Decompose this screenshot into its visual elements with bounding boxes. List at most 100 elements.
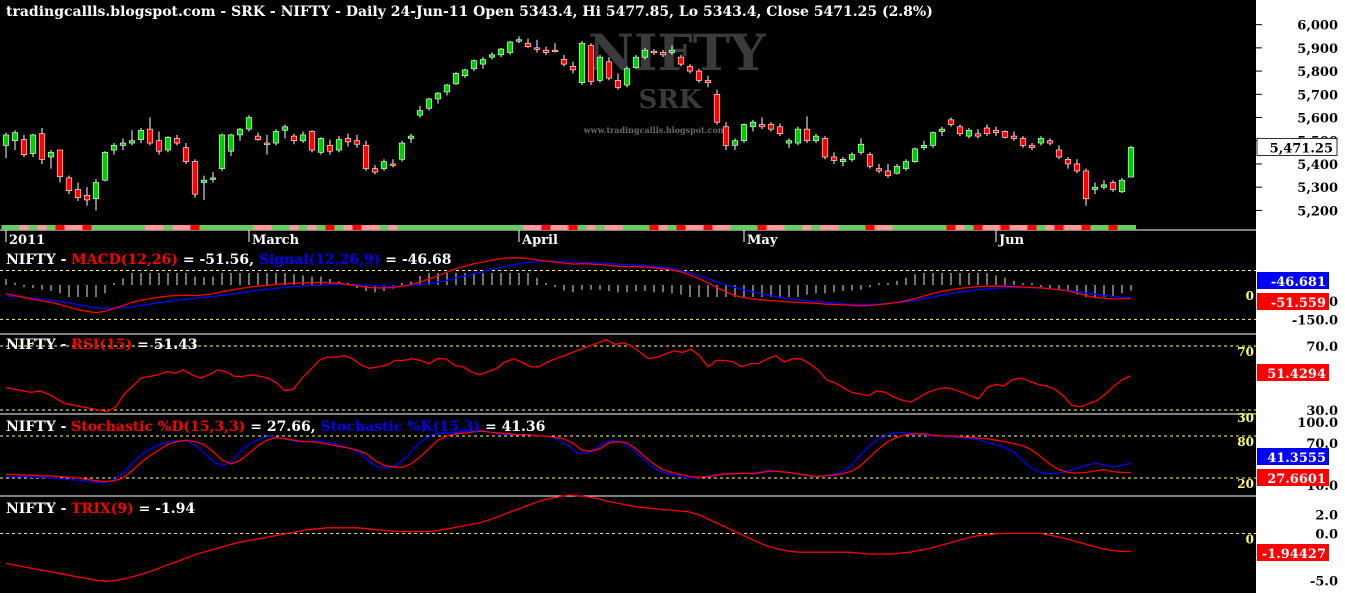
price-tick-label: 5,800 bbox=[1297, 65, 1338, 80]
candle-body bbox=[641, 49, 649, 58]
candle-body bbox=[335, 139, 343, 151]
candle-body bbox=[785, 140, 793, 144]
candle-body bbox=[38, 133, 46, 160]
trend-strip-cell bbox=[82, 225, 92, 230]
candle-body bbox=[290, 135, 298, 142]
trend-strip-cell bbox=[316, 225, 326, 230]
trend-strip-cell bbox=[937, 225, 947, 230]
trend-strip-cell bbox=[523, 225, 533, 230]
trend-strip-cell bbox=[64, 225, 74, 230]
candle-body bbox=[434, 92, 442, 100]
candle-body bbox=[650, 51, 658, 54]
candle-body bbox=[254, 135, 262, 140]
candle-body bbox=[137, 129, 145, 140]
candle-body bbox=[938, 128, 946, 132]
candle-body bbox=[677, 56, 685, 65]
trend-strip-cell bbox=[262, 225, 272, 230]
trend-strip-cell bbox=[163, 225, 173, 230]
x-tick-label: 2011 bbox=[9, 233, 45, 248]
trend-strip-cell bbox=[928, 225, 938, 230]
trend-strip-cell bbox=[685, 225, 695, 230]
trend-strip-cell bbox=[1018, 225, 1028, 230]
candle-body bbox=[236, 128, 244, 136]
panel-title-part: = 51.43 bbox=[132, 337, 197, 353]
candle-body bbox=[371, 168, 379, 173]
value-box-label-macd: -46.681 bbox=[1271, 275, 1326, 290]
x-tick-label: March bbox=[252, 233, 300, 248]
trend-strip-cell bbox=[145, 225, 155, 230]
candle-body bbox=[47, 152, 55, 158]
candle-body bbox=[542, 49, 550, 53]
candle-body bbox=[848, 154, 856, 160]
candle-body bbox=[74, 189, 82, 198]
trend-strip-cell bbox=[658, 225, 668, 230]
trend-strip-cell bbox=[136, 225, 146, 230]
candle-body bbox=[380, 161, 388, 169]
candle-body bbox=[821, 138, 829, 158]
candle-body bbox=[128, 140, 136, 144]
trend-strip-cell bbox=[28, 225, 38, 230]
price-tick-label: 5,900 bbox=[1297, 42, 1338, 57]
trend-strip-cell bbox=[856, 225, 866, 230]
trend-strip-cell bbox=[118, 225, 128, 230]
trend-strip-cell bbox=[289, 225, 299, 230]
trend-strip-cell bbox=[982, 225, 992, 230]
candle-body bbox=[443, 84, 451, 93]
panel-title-rsi: NIFTY - RSI(15) = 51.43 bbox=[6, 337, 198, 353]
candle-body bbox=[470, 60, 478, 70]
trend-strip-cell bbox=[784, 225, 794, 230]
candle-body bbox=[317, 138, 325, 153]
trend-strip-cell bbox=[847, 225, 857, 230]
candle-body bbox=[146, 128, 154, 144]
trend-strip-cell bbox=[469, 225, 479, 230]
candle-body bbox=[1091, 186, 1099, 190]
trend-strip-cell bbox=[109, 225, 119, 230]
candle-body bbox=[56, 149, 64, 178]
chart-svg: NIFTY SRK www.tradingcallls.blogspot.com… bbox=[0, 0, 1345, 593]
trend-strip-cell bbox=[649, 225, 659, 230]
trend-strip-cell bbox=[721, 225, 731, 230]
candle-body bbox=[389, 163, 397, 166]
trend-strip-cell bbox=[352, 225, 362, 230]
trend-strip-cell bbox=[442, 225, 452, 230]
level-label-stoch: 80 bbox=[1237, 435, 1254, 449]
candle-body bbox=[227, 134, 235, 152]
candle-body bbox=[11, 132, 19, 142]
candle-body bbox=[209, 177, 217, 180]
trend-strip-cell bbox=[964, 225, 974, 230]
candle-body bbox=[1082, 170, 1090, 200]
trend-strip-cell bbox=[829, 225, 839, 230]
candle-body bbox=[740, 124, 748, 142]
level-label-trix: 0 bbox=[1246, 532, 1254, 546]
candle-body bbox=[155, 140, 163, 152]
candle-body bbox=[110, 145, 118, 151]
trend-strip-cell bbox=[640, 225, 650, 230]
trend-strip-cell bbox=[208, 225, 218, 230]
value-box-label-stoch: 27.6601 bbox=[1267, 472, 1326, 487]
candle-body bbox=[803, 128, 811, 142]
trend-strip-cell bbox=[901, 225, 911, 230]
panel-title-part: Signal(12,26,9) bbox=[259, 252, 381, 268]
trend-strip-cell bbox=[874, 225, 884, 230]
candle-body bbox=[191, 161, 199, 195]
trend-strip-cell bbox=[370, 225, 380, 230]
candle-body bbox=[1127, 147, 1135, 178]
candle-body bbox=[551, 49, 559, 52]
candle-body bbox=[929, 132, 937, 146]
trend-strip-cell bbox=[991, 225, 1001, 230]
candle-body bbox=[704, 80, 712, 83]
trend-strip-cell bbox=[433, 225, 443, 230]
candle-body bbox=[596, 56, 604, 81]
trend-strip-cell bbox=[154, 225, 164, 230]
trend-strip-cell bbox=[694, 225, 704, 230]
trend-strip-cell bbox=[181, 225, 191, 230]
panel-title-stoch: NIFTY - Stochastic %D(15,3,3) = 27.66, S… bbox=[6, 419, 545, 435]
candle-body bbox=[281, 126, 289, 131]
candle-body bbox=[488, 54, 496, 58]
trend-strip-cell bbox=[1054, 225, 1064, 230]
panel-title-part: = 27.66, bbox=[245, 419, 320, 435]
trend-strip-cell bbox=[973, 225, 983, 230]
candle-body bbox=[497, 48, 505, 56]
x-tick-label: Jun bbox=[998, 233, 1025, 248]
level-label-stoch: 20 bbox=[1237, 477, 1254, 491]
